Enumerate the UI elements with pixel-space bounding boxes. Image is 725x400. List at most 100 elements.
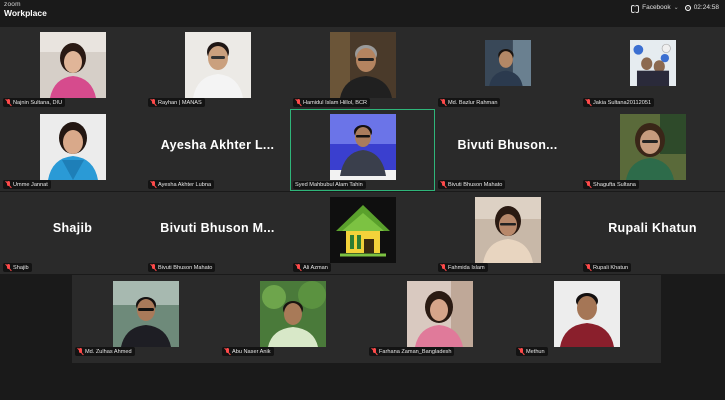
mic-muted-icon [294,263,302,272]
participant-nameplate: Rayhan | MANAS [148,98,205,107]
participant-name: Farhana Zaman_Bangladesh [379,348,452,355]
mic-muted-icon [517,347,525,356]
participant-name: Ayesha Akhter Lubna [158,181,212,188]
participant-video [629,40,676,86]
participant-tile[interactable]: Abu Naser Anik [219,275,366,358]
participant-tile[interactable]: Hamidul Islam Hillol, BCR [290,27,435,109]
mic-muted-icon [584,263,592,272]
participant-video [112,280,179,347]
livestream-label: Facebook [642,4,671,11]
participant-nameplate: Jakia Sultana20112051 [583,98,655,107]
mic-muted-icon [370,347,378,356]
mic-muted-icon [584,180,592,189]
participant-tile[interactable]: Methun [513,275,661,358]
mic-muted-icon [439,180,447,189]
participant-nameplate: Ayesha Akhter Lubna [148,180,215,189]
participant-tile[interactable]: Md. Bazlur Rahman [435,27,580,109]
participant-video [329,197,396,263]
brand-large-label: Workplace [4,7,47,18]
participant-name: Bivuti Bhuson Mahato [158,264,213,271]
participant-name: Hamidul Islam Hillol, BCR [303,99,368,106]
participant-tile[interactable]: Md. Zulhas Ahmed [72,275,219,358]
participant-tile[interactable]: Ayesha Akhter L... Ayesha Akhter Lubna [145,109,290,191]
participant-video [39,32,106,98]
participant-video [184,32,251,98]
livestream-button[interactable]: Facebook ⌄ [631,4,679,13]
participant-name: Fahmida Islam [448,264,485,271]
participant-name: Jakia Sultana20112051 [593,99,652,106]
participant-nameplate: Ali Azman [293,263,331,272]
participant-video [484,40,531,86]
participant-nameplate: Rupali Khatun [583,263,632,272]
elapsed-time: 02:24:58 [693,4,719,11]
participant-tile[interactable]: Shagufta Sultana [580,109,725,191]
participant-nameplate: Syed Mahbubul Alam Tahin [293,181,366,189]
participant-name: Bivuti Bhuson Mahato [448,181,503,188]
mic-muted-icon [4,98,12,107]
participant-nameplate: Umme Jannat [3,180,51,189]
participant-display-name: Ayesha Akhter L... [160,138,275,152]
participant-video [259,280,326,347]
participant-video [554,280,620,347]
participant-name: Shagufta Sultana [593,181,636,188]
participant-nameplate: Md. Bazlur Rahman [438,98,501,107]
participant-name: Syed Mahbubul Alam Tahin [295,182,363,188]
timer-icon [684,4,691,11]
mic-muted-icon [76,347,84,356]
mic-muted-icon [4,180,12,189]
gallery-view: Najnin Sultana, DIU Rayhan | MANAS Hamid… [0,20,725,400]
participant-nameplate: Hamidul Islam Hillol, BCR [293,98,371,107]
participant-display-name: Bivuti Bhuson M... [160,221,275,235]
participant-name: Najnin Sultana, DIU [13,99,63,106]
participant-name: Md. Bazlur Rahman [448,99,498,106]
participant-tile[interactable]: Shajib Shajib [0,192,145,274]
mic-muted-icon [4,263,12,272]
participant-nameplate: Md. Zulhas Ahmed [75,347,135,356]
participant-display-name: Shajib [52,221,93,235]
mic-muted-icon [223,347,231,356]
participant-name: Ali Azman [303,264,328,271]
participant-name: Md. Zulhas Ahmed [85,348,132,355]
participant-tile[interactable]: Bivuti Bhuson M... Bivuti Bhuson Mahato [145,192,290,274]
participant-tile[interactable]: Jakia Sultana20112051 [580,27,725,109]
mic-muted-icon [439,98,447,107]
chevron-down-icon: ⌄ [673,5,679,11]
participant-nameplate: Najnin Sultana, DIU [3,98,66,107]
participant-tile[interactable]: Umme Jannat [0,109,145,191]
participant-video [39,114,106,180]
participant-nameplate: Abu Naser Anik [222,347,274,356]
mic-muted-icon [149,263,157,272]
participant-video [329,114,396,180]
participant-name: Abu Naser Anik [232,348,271,355]
participant-tile[interactable]: Najnin Sultana, DIU [0,27,145,109]
participant-tile[interactable]: Ali Azman [290,192,435,274]
participant-nameplate: Bivuti Bhuson Mahato [148,263,216,272]
participant-name: Rayhan | MANAS [158,99,202,106]
participant-tile[interactable]: Fahmida Islam [435,192,580,274]
participant-video [329,32,396,98]
meeting-timer: 02:24:58 [684,4,719,11]
participant-tile[interactable]: Rupali Khatun Rupali Khatun [580,192,725,274]
meeting-top-bar: zoom Workplace Facebook ⌄ 02:24:58 [0,0,725,20]
participant-nameplate: Methun [516,347,548,356]
participant-name: Methun [526,348,545,355]
participant-nameplate: Shagufta Sultana [583,180,639,189]
mic-muted-icon [149,180,157,189]
zoom-workplace-logo: zoom Workplace [4,1,47,18]
participant-nameplate: Farhana Zaman_Bangladesh [369,347,455,356]
participant-tile[interactable]: Bivuti Bhuson... Bivuti Bhuson Mahato [435,109,580,191]
livestream-icon [631,4,640,13]
active-speaker-tile[interactable]: Syed Mahbubul Alam Tahin [290,109,435,191]
participant-tile[interactable]: Rayhan | MANAS [145,27,290,109]
mic-muted-icon [294,98,302,107]
participant-tile[interactable]: Farhana Zaman_Bangladesh [366,275,513,358]
participant-nameplate: Bivuti Bhuson Mahato [438,180,506,189]
participant-video [619,114,686,180]
participant-name: Umme Jannat [13,181,48,188]
participant-name: Rupali Khatun [593,264,629,271]
participant-video [406,280,473,347]
participant-nameplate: Shajib [3,263,32,272]
mic-muted-icon [439,263,447,272]
participant-display-name: Bivuti Bhuson... [457,138,558,152]
participant-name: Shajib [13,264,29,271]
